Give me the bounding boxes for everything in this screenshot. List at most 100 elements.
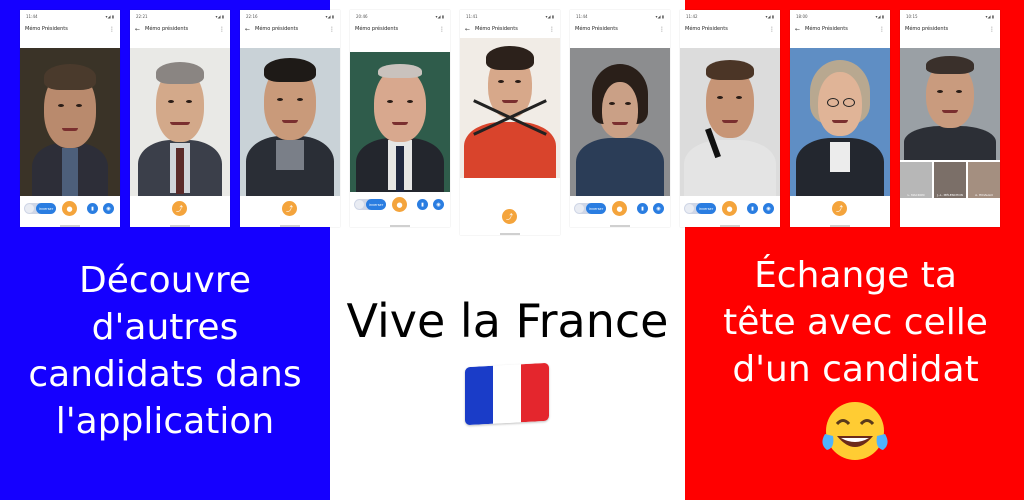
candidate-photo <box>900 48 1000 160</box>
photo-controls: inverser ● ▮ ◉ <box>350 193 450 217</box>
status-bar: 10:15 ▾◢ ▮ <box>906 13 994 19</box>
app-bar: ← Mémo Présidents ⋮ <box>460 22 560 36</box>
photo-controls: ⤴ <box>790 197 890 221</box>
phone-screenshot-2: 22:21 ▾◢ ▮ ← Mémo présidents ⋮ ⤴ <box>130 10 230 227</box>
swap-toggle[interactable]: inverser <box>684 203 716 214</box>
app-title: Mémo Présidents <box>685 26 728 32</box>
nav-handle <box>280 225 300 227</box>
share-fab[interactable]: ⤴ <box>502 209 517 224</box>
app-title: Mémo présidents <box>145 26 189 32</box>
app-bar: Mémo Présidents ⋮ <box>570 22 670 36</box>
nav-handle <box>500 233 520 235</box>
phone-screenshot-9: 10:15 ▾◢ ▮ Mémo présidents ⋮ L. MACRON J.-… <box>900 10 1000 227</box>
app-title: Mémo Présidents <box>575 26 618 32</box>
save-icon[interactable]: ▮ <box>637 203 648 214</box>
overflow-menu-icon[interactable]: ⋮ <box>549 26 555 33</box>
share-fab[interactable]: ⤴ <box>282 201 297 216</box>
photo-controls: inverser ● ▮ ◉ <box>680 197 780 221</box>
back-arrow-icon[interactable]: ← <box>245 26 250 33</box>
camera-fab[interactable]: ● <box>722 201 737 216</box>
app-title: Mémo présidents <box>905 26 949 32</box>
status-bar: 22:21 ▾◢ ▮ <box>136 13 224 19</box>
candidate-photo <box>240 48 340 196</box>
overflow-menu-icon[interactable]: ⋮ <box>879 26 885 33</box>
app-bar: Mémo Présidents ⋮ <box>680 22 780 36</box>
caption-swap: Échange ta tête avec celle d'un candidat <box>723 255 988 390</box>
app-bar: ← Mémo Présidents ⋮ <box>790 22 890 36</box>
nav-handle <box>720 225 740 227</box>
tears-of-joy-emoji-icon <box>822 402 888 460</box>
app-bar: Mémo présidents ⋮ <box>900 22 1000 36</box>
caption-discover: Découvre d'autres candidats dans l'appli… <box>28 260 302 442</box>
phone-screenshot-6: 11:44 ▾◢ ▮ Mémo Présidents ⋮ inverser ● ▮ … <box>570 10 670 227</box>
phone-screenshot-4: 20:46 ▾◢ ▮ Mémo présidents ⋮ inverser ● ▮ … <box>350 10 450 227</box>
candidate-photo <box>350 52 450 192</box>
photo-controls: ⤴ <box>130 197 230 221</box>
phone-screenshot-3: 22:16 ▾◢ ▮ ← Mémo présidents ⋮ ⤴ <box>240 10 340 227</box>
status-bar: 11:42 ▾◢ ▮ <box>686 13 774 19</box>
overflow-menu-icon[interactable]: ⋮ <box>439 26 445 33</box>
eye-icon[interactable]: ◉ <box>763 203 774 214</box>
overflow-menu-icon[interactable]: ⋮ <box>769 26 775 33</box>
swap-toggle[interactable]: inverser <box>574 203 606 214</box>
camera-fab[interactable]: ● <box>392 197 407 212</box>
candidate-photo <box>570 48 670 196</box>
app-title: Mémo Présidents <box>25 26 68 32</box>
app-bar: Mémo présidents ⋮ <box>350 22 450 36</box>
candidate-photo <box>20 48 120 196</box>
eye-icon[interactable]: ◉ <box>433 199 444 210</box>
photo-controls: ⤴ <box>460 205 560 229</box>
nav-handle <box>830 225 850 227</box>
share-fab[interactable]: ⤴ <box>832 201 847 216</box>
app-bar: ← Mémo présidents ⋮ <box>130 22 230 36</box>
candidate-photo <box>130 48 230 196</box>
status-bar: 11:41 ▾◢ ▮ <box>466 13 554 19</box>
eye-icon[interactable]: ◉ <box>103 203 114 214</box>
save-icon[interactable]: ▮ <box>417 199 428 210</box>
back-arrow-icon[interactable]: ← <box>795 26 800 33</box>
eye-icon[interactable]: ◉ <box>653 203 664 214</box>
candidate-thumbnail[interactable]: J.-L. MÉLENCHON <box>934 162 966 198</box>
candidate-thumbnail[interactable]: L. MACRON <box>900 162 932 198</box>
nav-handle <box>390 225 410 227</box>
app-title: Mémo présidents <box>355 26 399 32</box>
phone-screenshot-5: 11:41 ▾◢ ▮ ← Mémo Présidents ⋮ ⤴ <box>460 10 560 235</box>
status-bar: 11:44 ▾◢ ▮ <box>26 13 114 19</box>
nav-handle <box>170 225 190 227</box>
swap-toggle[interactable]: inverser <box>354 199 386 210</box>
save-icon[interactable]: ▮ <box>87 203 98 214</box>
center-title: Vive la France <box>346 294 669 348</box>
back-arrow-icon[interactable]: ← <box>135 26 140 33</box>
share-fab[interactable]: ⤴ <box>172 201 187 216</box>
overflow-menu-icon[interactable]: ⋮ <box>659 26 665 33</box>
phone-screenshot-8: 18:00 ▾◢ ▮ ← Mémo Présidents ⋮ ⤴ <box>790 10 890 227</box>
phone-screenshot-1: 11:44 ▾◢ ▮ Mémo Présidents ⋮ inverser ● ▮ … <box>20 10 120 227</box>
overflow-menu-icon[interactable]: ⋮ <box>329 26 335 33</box>
french-flag-icon <box>465 362 549 426</box>
app-bar: Mémo Présidents ⋮ <box>20 22 120 36</box>
nav-handle <box>610 225 630 227</box>
screenshot-strip: 11:44 ▾◢ ▮ Mémo Présidents ⋮ inverser ● ▮ … <box>0 0 1024 235</box>
candidate-thumbnails: L. MACRON J.-L. MÉLENCHON A. HIDALGO <box>900 162 1000 198</box>
candidate-photo <box>680 48 780 196</box>
camera-fab[interactable]: ● <box>62 201 77 216</box>
status-bar: 11:44 ▾◢ ▮ <box>576 13 664 19</box>
save-icon[interactable]: ▮ <box>747 203 758 214</box>
back-arrow-icon[interactable]: ← <box>465 26 470 33</box>
overflow-menu-icon[interactable]: ⋮ <box>989 26 995 33</box>
candidate-photo <box>790 48 890 196</box>
candidate-photo <box>460 38 560 178</box>
candidate-thumbnail[interactable]: A. HIDALGO <box>968 162 1000 198</box>
status-bar: 22:16 ▾◢ ▮ <box>246 13 334 19</box>
camera-fab[interactable]: ● <box>612 201 627 216</box>
photo-controls: ⤴ <box>240 197 340 221</box>
status-bar: 18:00 ▾◢ ▮ <box>796 13 884 19</box>
photo-controls: inverser ● ▮ ◉ <box>570 197 670 221</box>
swap-toggle[interactable]: inverser <box>24 203 56 214</box>
app-title: Mémo Présidents <box>805 26 848 32</box>
overflow-menu-icon[interactable]: ⋮ <box>109 26 115 33</box>
photo-controls: inverser ● ▮ ◉ <box>20 197 120 221</box>
overflow-menu-icon[interactable]: ⋮ <box>219 26 225 33</box>
app-title: Mémo présidents <box>255 26 299 32</box>
app-bar: ← Mémo présidents ⋮ <box>240 22 340 36</box>
